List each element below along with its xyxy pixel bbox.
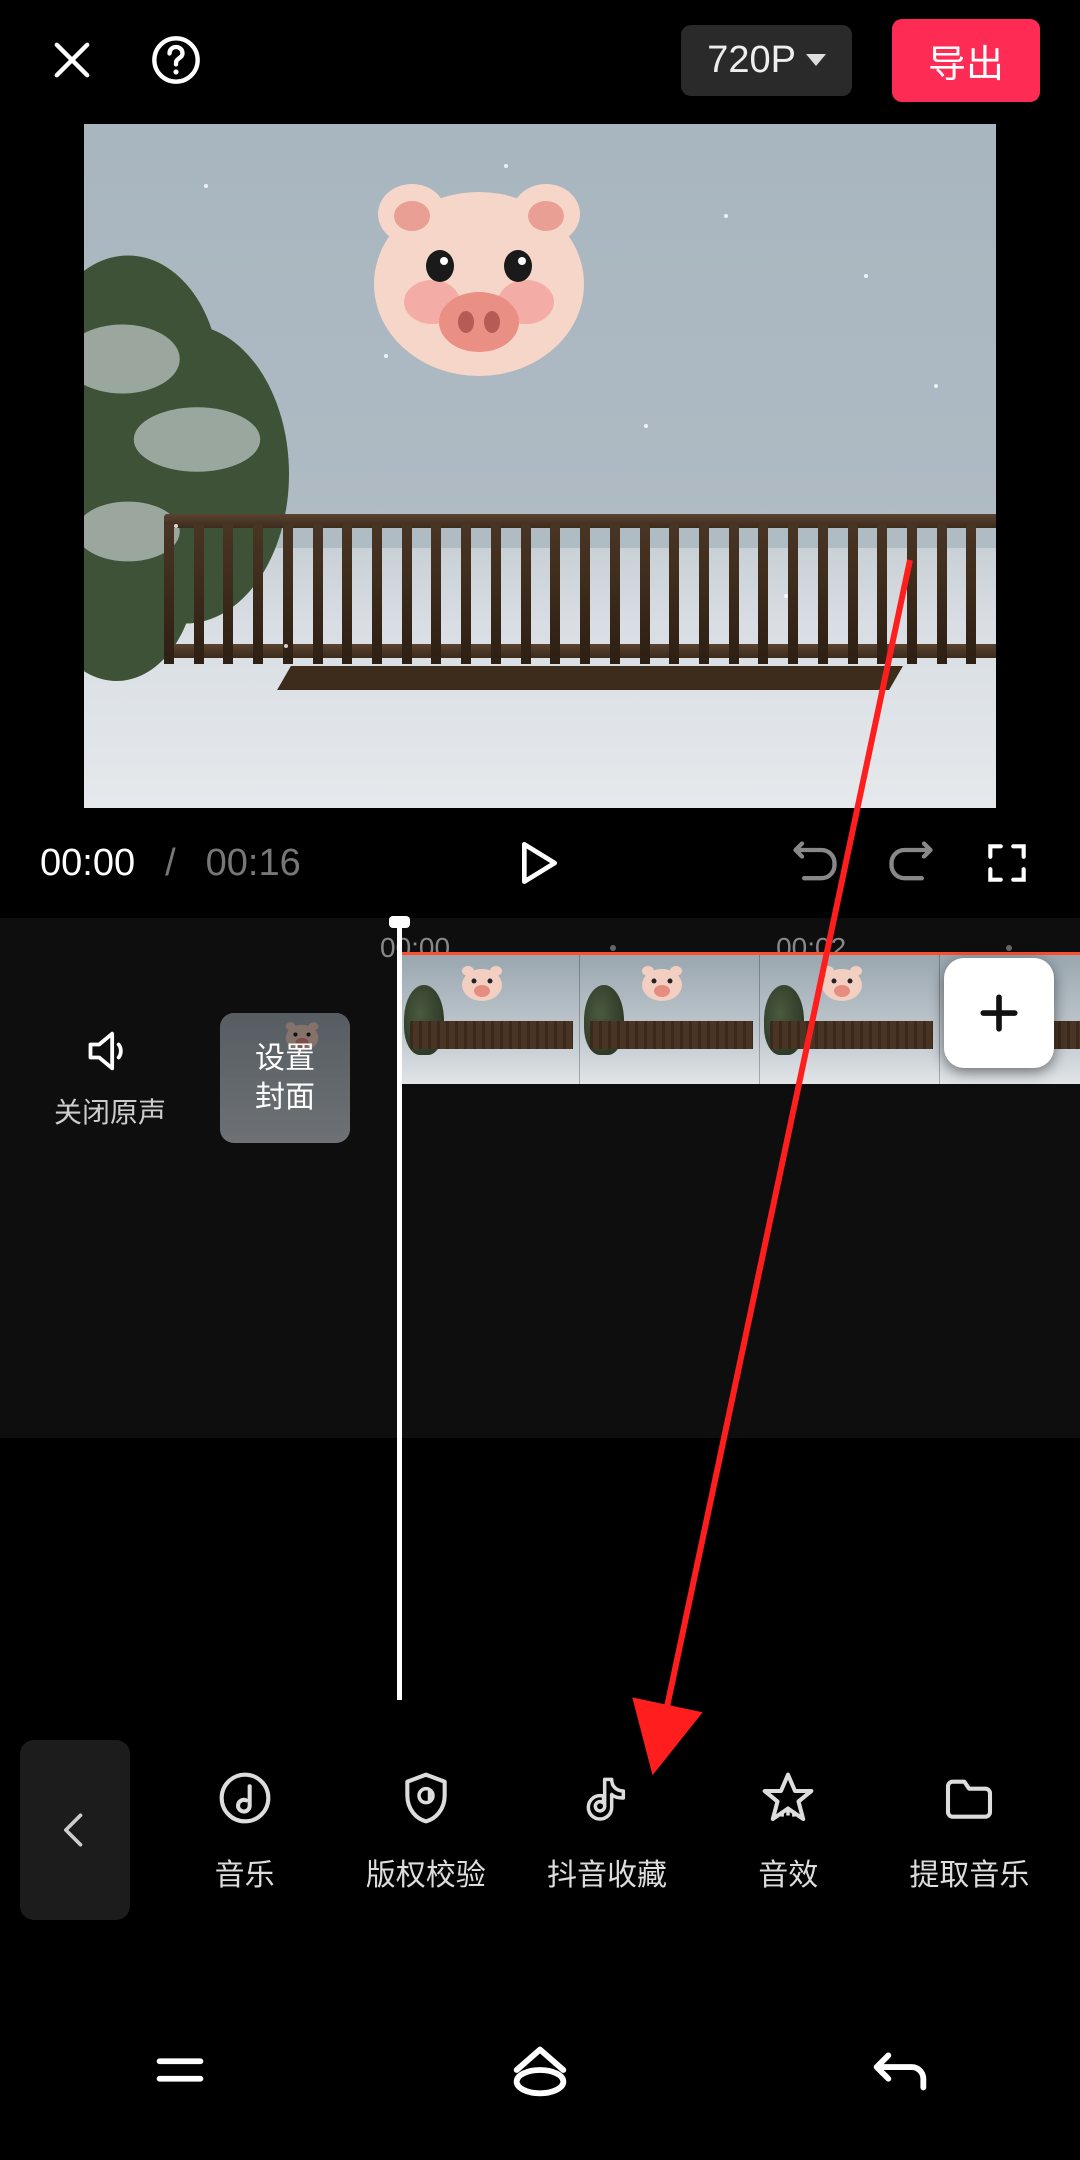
add-clip-button[interactable] bbox=[944, 958, 1054, 1068]
clip-frame bbox=[400, 955, 580, 1084]
tool-label: 提取音乐 bbox=[909, 1850, 1029, 1894]
tool-extract-music[interactable]: 提取音乐 bbox=[879, 1766, 1060, 1894]
undo-button[interactable] bbox=[782, 830, 848, 896]
preview-fence bbox=[164, 514, 996, 684]
mute-label: 关闭原声 bbox=[54, 1091, 166, 1131]
tool-sound-effects[interactable]: 音效 bbox=[698, 1766, 879, 1894]
tool-copyright-check[interactable]: 版权校验 bbox=[335, 1766, 516, 1894]
tool-label: 版权校验 bbox=[366, 1850, 486, 1894]
ruler-dot bbox=[1006, 945, 1012, 951]
chevron-down-icon bbox=[806, 54, 826, 66]
clip-frame bbox=[760, 955, 940, 1084]
tool-label: 抖音收藏 bbox=[547, 1850, 667, 1894]
export-button[interactable]: 导出 bbox=[892, 19, 1040, 102]
total-time: 00:16 bbox=[206, 842, 301, 885]
cover-label-1: 设置 bbox=[255, 1039, 315, 1078]
ruler-dot bbox=[610, 945, 616, 951]
redo-button[interactable] bbox=[878, 830, 944, 896]
set-cover-button[interactable]: 设置 封面 bbox=[220, 1013, 350, 1143]
star-icon bbox=[756, 1766, 820, 1830]
nav-recent-button[interactable] bbox=[135, 2025, 225, 2115]
tool-music[interactable]: 音乐 bbox=[154, 1766, 335, 1894]
tool-label: 音效 bbox=[758, 1850, 818, 1894]
video-preview[interactable] bbox=[84, 124, 996, 808]
tools-back-button[interactable] bbox=[20, 1740, 130, 1920]
help-icon[interactable] bbox=[144, 28, 208, 92]
current-time: 00:00 bbox=[40, 842, 135, 885]
quality-label: 720P bbox=[707, 39, 796, 82]
close-icon[interactable] bbox=[40, 28, 104, 92]
tool-label: 音乐 bbox=[215, 1850, 275, 1894]
shield-icon bbox=[394, 1766, 458, 1830]
system-navigation-bar bbox=[0, 1980, 1080, 2160]
tool-douyin-favorites[interactable]: 抖音收藏 bbox=[516, 1766, 697, 1894]
folder-icon bbox=[937, 1766, 1001, 1830]
playhead[interactable] bbox=[397, 918, 402, 1738]
nav-home-button[interactable] bbox=[495, 2025, 585, 2115]
music-note-icon bbox=[213, 1766, 277, 1830]
quality-selector[interactable]: 720P bbox=[681, 25, 852, 96]
export-label: 导出 bbox=[928, 44, 1004, 86]
pig-sticker[interactable] bbox=[364, 174, 594, 384]
nav-back-button[interactable] bbox=[855, 2025, 945, 2115]
douyin-icon bbox=[575, 1766, 639, 1830]
mute-original-sound[interactable]: 关闭原声 bbox=[0, 1025, 220, 1131]
cover-label-2: 封面 bbox=[255, 1078, 315, 1117]
clip-frame bbox=[580, 955, 760, 1084]
play-button[interactable] bbox=[501, 828, 571, 898]
time-separator: / bbox=[165, 842, 176, 885]
timeline[interactable]: 00:00 00:02 关闭原声 设置 封面 bbox=[0, 918, 1080, 1438]
fullscreen-button[interactable] bbox=[974, 830, 1040, 896]
